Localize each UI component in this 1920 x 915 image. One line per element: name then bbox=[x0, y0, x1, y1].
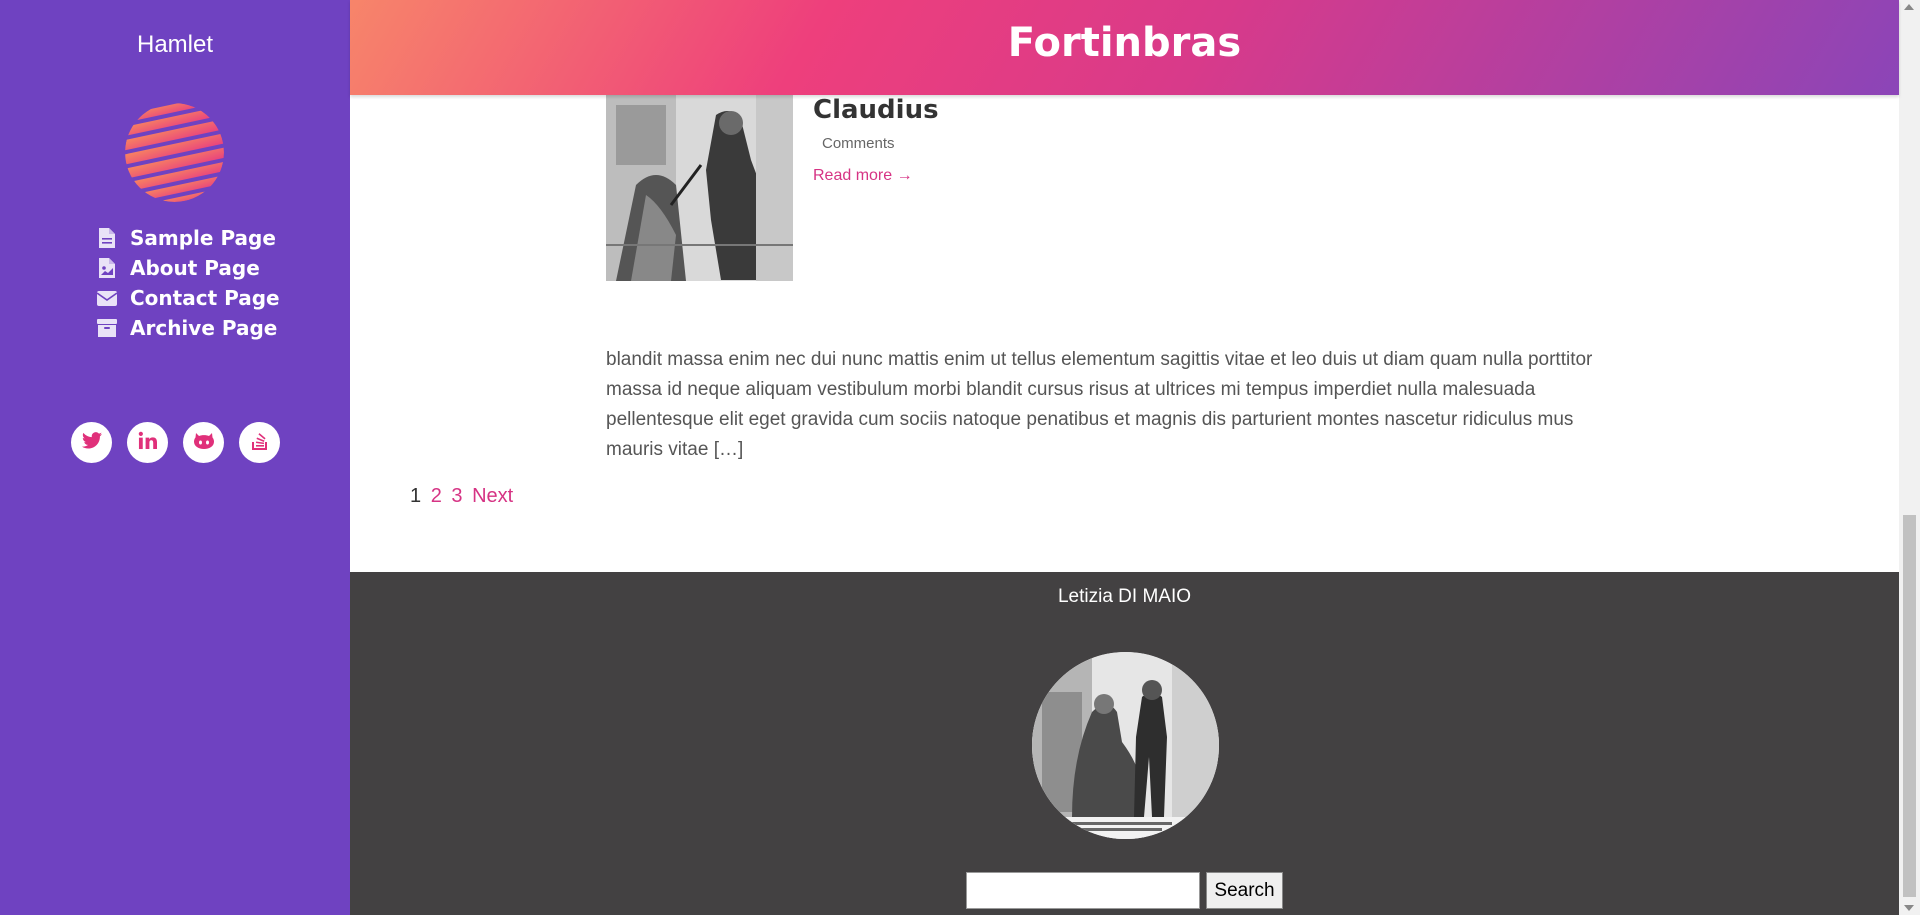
site-title[interactable]: Hamlet bbox=[0, 31, 350, 59]
post-excerpt: blandit massa enim nec dui nunc mattis e… bbox=[606, 349, 1593, 460]
linkedin-icon bbox=[138, 431, 157, 455]
github-link[interactable] bbox=[183, 422, 224, 463]
scroll-up-arrow-icon[interactable] bbox=[1904, 4, 1914, 10]
nav-item-label: About Page bbox=[130, 256, 260, 280]
scrollbar-thumb[interactable] bbox=[1903, 515, 1916, 897]
footer: Letizia DI MAIO Search bbox=[350, 572, 1899, 915]
stackoverflow-icon bbox=[251, 430, 269, 455]
document-image-icon bbox=[96, 257, 118, 279]
main-content: Claudius Comments Read more → blandit ma… bbox=[350, 95, 1899, 572]
social-links bbox=[71, 422, 280, 463]
linkedin-link[interactable] bbox=[127, 422, 168, 463]
document-icon bbox=[96, 227, 118, 249]
pagination-page-2[interactable]: 2 bbox=[431, 485, 442, 507]
post-thumbnail[interactable] bbox=[606, 95, 793, 281]
nav-item-about-page[interactable]: About Page bbox=[96, 253, 280, 283]
nav-item-label: Archive Page bbox=[130, 316, 278, 340]
search-button[interactable]: Search bbox=[1206, 872, 1283, 909]
page-header: Fortinbras bbox=[350, 0, 1899, 95]
footer-author-name: Letizia DI MAIO bbox=[1057, 586, 1192, 607]
nav-item-contact-page[interactable]: Contact Page bbox=[96, 283, 280, 313]
github-icon bbox=[193, 431, 214, 454]
pagination: 1 2 3 Next bbox=[410, 485, 517, 508]
envelope-icon bbox=[96, 287, 118, 309]
page-title[interactable]: Fortinbras bbox=[350, 20, 1899, 66]
stackoverflow-link[interactable] bbox=[239, 422, 280, 463]
pagination-next[interactable]: Next bbox=[472, 485, 513, 507]
pagination-current: 1 bbox=[410, 485, 422, 507]
twitter-icon bbox=[81, 431, 102, 454]
sidebar: Hamlet Sample Page About Page Contact Pa… bbox=[0, 0, 350, 915]
post-comments-link[interactable]: Comments bbox=[822, 135, 895, 152]
nav-item-label: Sample Page bbox=[130, 226, 276, 250]
archive-box-icon bbox=[96, 317, 118, 339]
sidebar-nav: Sample Page About Page Contact Page Arch… bbox=[96, 223, 280, 343]
nav-item-label: Contact Page bbox=[130, 286, 280, 310]
nav-item-archive-page[interactable]: Archive Page bbox=[96, 313, 280, 343]
vertical-scrollbar[interactable] bbox=[1899, 0, 1920, 915]
twitter-link[interactable] bbox=[71, 422, 112, 463]
pagination-page-3[interactable]: 3 bbox=[451, 485, 462, 507]
nav-item-sample-page[interactable]: Sample Page bbox=[96, 223, 280, 253]
search-input[interactable] bbox=[966, 872, 1200, 909]
author-avatar bbox=[1032, 652, 1219, 839]
post-title[interactable]: Claudius bbox=[813, 95, 939, 125]
scroll-down-arrow-icon[interactable] bbox=[1904, 905, 1914, 911]
read-more-link[interactable]: Read more → bbox=[813, 167, 913, 185]
site-logo[interactable] bbox=[125, 103, 224, 202]
